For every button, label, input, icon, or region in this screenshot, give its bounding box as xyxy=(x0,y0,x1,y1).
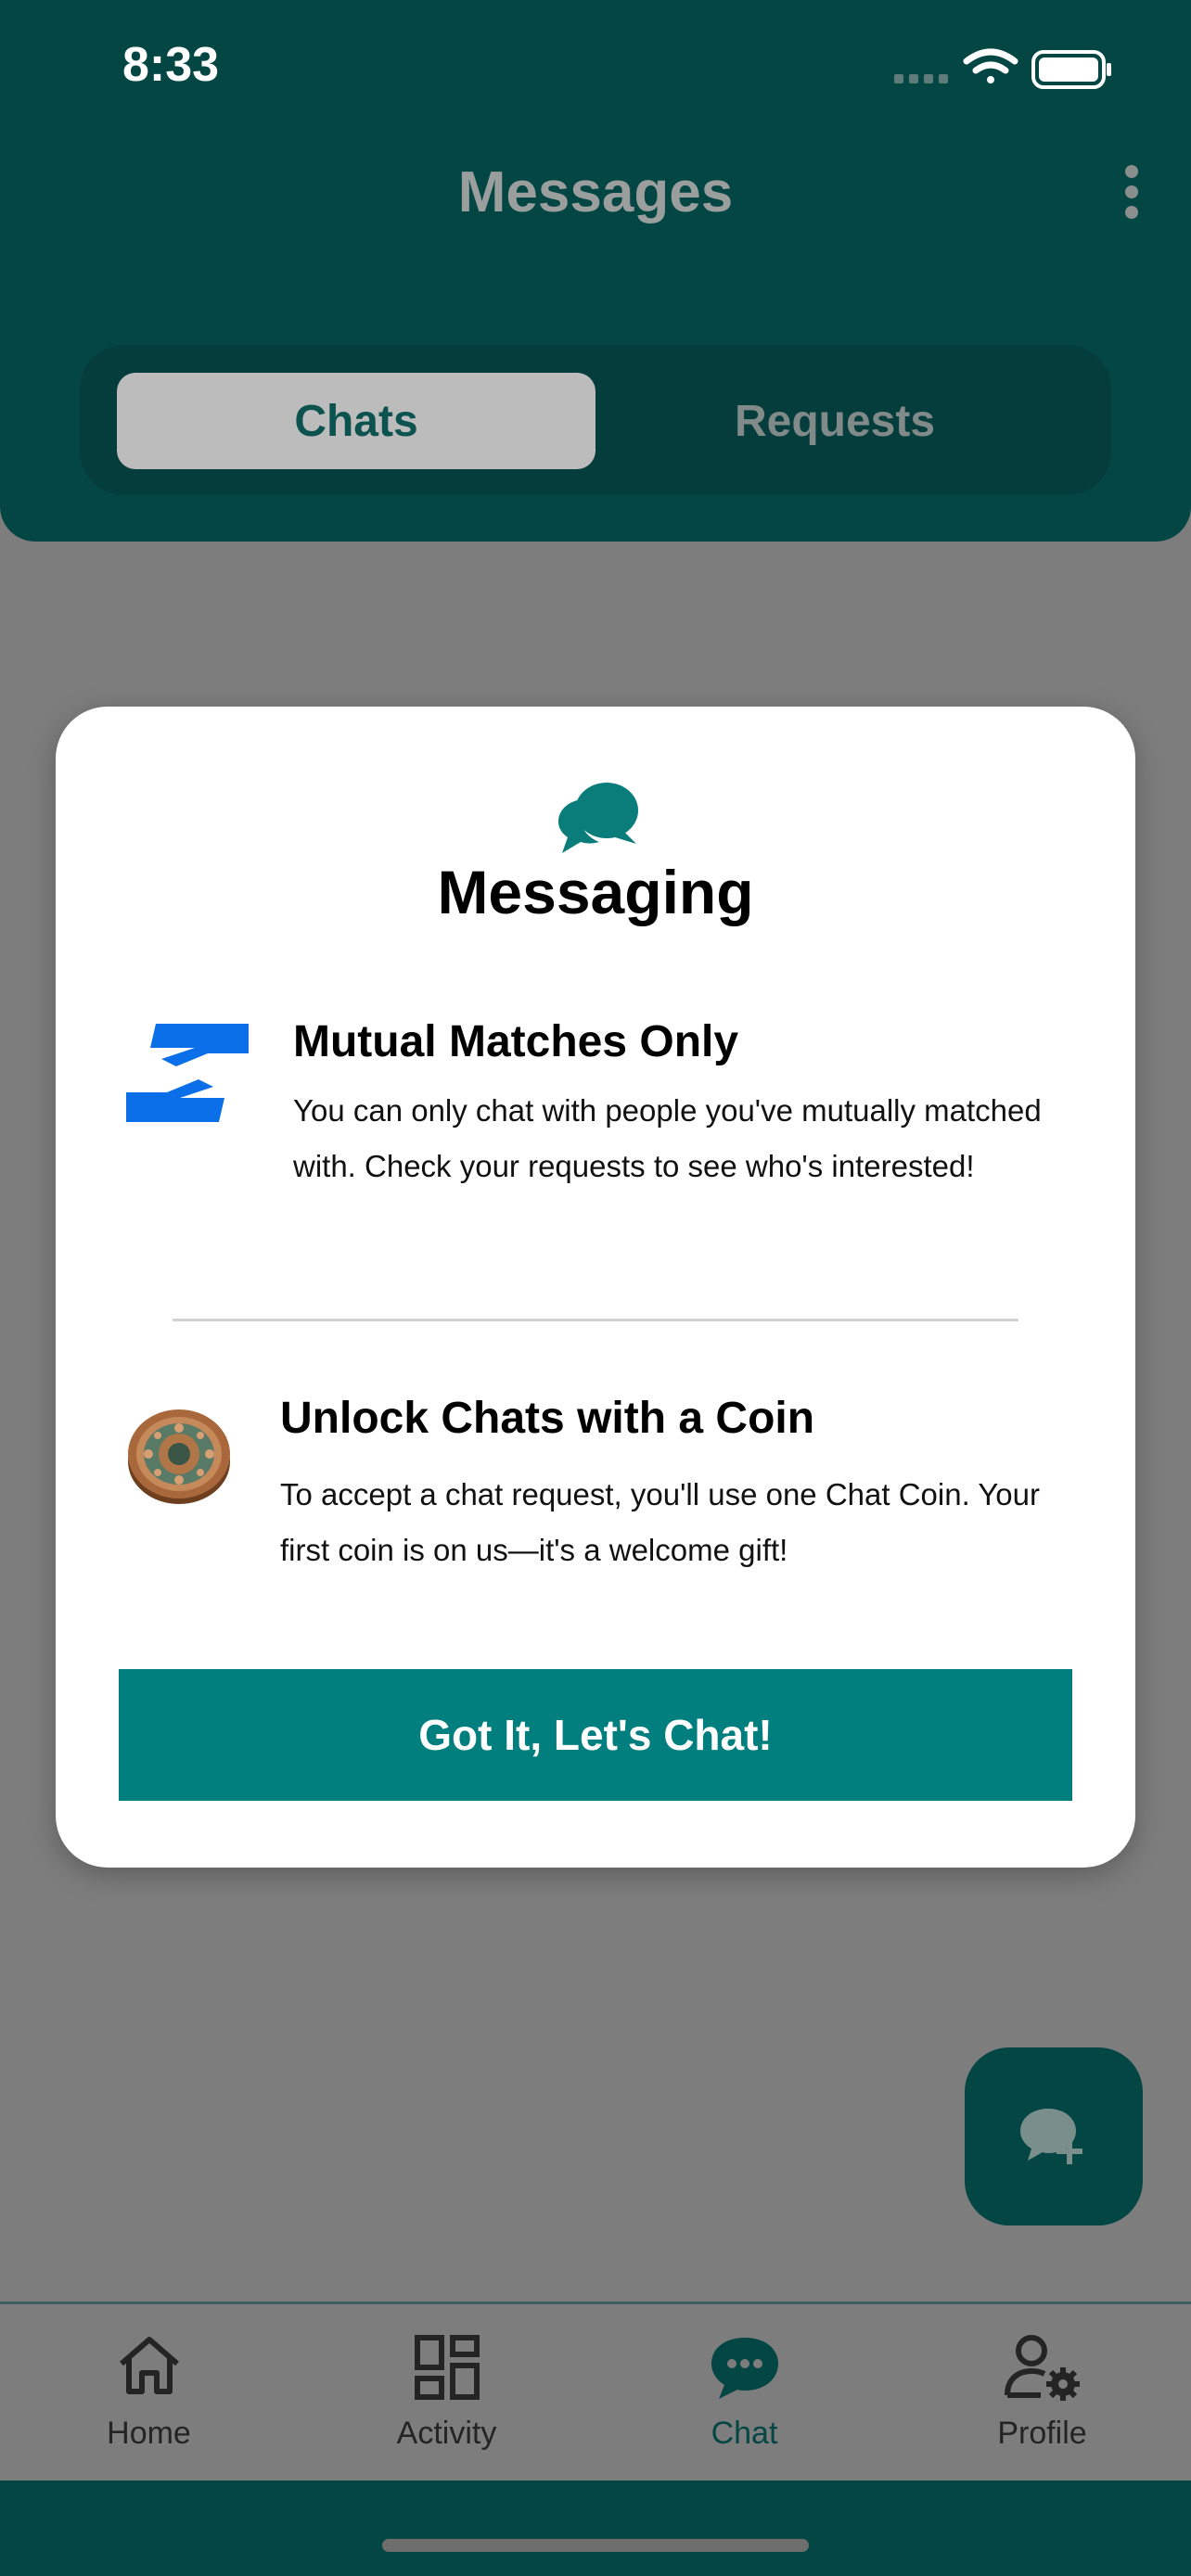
status-icons xyxy=(894,48,1111,89)
tab-requests[interactable]: Requests xyxy=(596,373,1074,469)
got-it-button[interactable]: Got It, Let's Chat! xyxy=(119,1669,1072,1801)
nav-item-chat[interactable]: Chat xyxy=(596,2304,893,2482)
tab-chats[interactable]: Chats xyxy=(117,373,596,469)
helping-hands-icon xyxy=(126,1024,249,1122)
status-time: 8:33 xyxy=(122,38,220,92)
home-icon xyxy=(119,2337,179,2394)
nav-label-home: Home xyxy=(107,2416,191,2451)
new-chat-icon xyxy=(1020,2109,1082,2164)
feature-body-unlock-coin: To accept a chat request, you'll use one… xyxy=(280,1477,1040,1567)
home-indicator-area xyxy=(0,2480,1191,2576)
activity-grid-icon xyxy=(414,2335,480,2400)
app-header: 8:33 Messages Chats Requests xyxy=(0,0,1191,542)
divider xyxy=(173,1319,1018,1321)
nav-label-activity: Activity xyxy=(396,2416,497,2451)
modal-title: Messaging xyxy=(437,858,754,926)
wifi-icon xyxy=(963,48,1018,83)
messaging-info-modal: Messaging Mutual Matches Only You can on… xyxy=(56,707,1135,1868)
page-title: Messages xyxy=(457,160,734,224)
feature-title-mutual-matches: Mutual Matches Only xyxy=(293,1017,739,1066)
chat-coin-image xyxy=(128,1409,230,1504)
new-chat-button[interactable] xyxy=(965,2047,1143,2225)
nav-item-activity[interactable]: Activity xyxy=(298,2304,596,2482)
segmented-tabs: Chats Requests xyxy=(80,345,1111,495)
nav-item-profile[interactable]: Profile xyxy=(893,2304,1191,2482)
feature-title-unlock-coin: Unlock Chats with a Coin xyxy=(280,1394,815,1443)
bottom-nav: Home Activity Chat Profile xyxy=(0,2302,1191,2482)
nav-item-home[interactable]: Home xyxy=(0,2304,298,2482)
more-options-icon[interactable] xyxy=(1115,159,1148,223)
home-indicator[interactable] xyxy=(382,2539,809,2552)
cellular-signal-icon xyxy=(894,74,948,83)
chat-icon xyxy=(711,2338,778,2399)
feature-body-mutual-matches: You can only chat with people you've mut… xyxy=(293,1093,1042,1183)
profile-settings-icon xyxy=(1004,2335,1080,2401)
nav-label-profile: Profile xyxy=(997,2416,1087,2451)
chat-bubbles-icon xyxy=(558,783,638,853)
nav-label-chat: Chat xyxy=(711,2416,778,2451)
battery-icon xyxy=(1031,50,1111,89)
